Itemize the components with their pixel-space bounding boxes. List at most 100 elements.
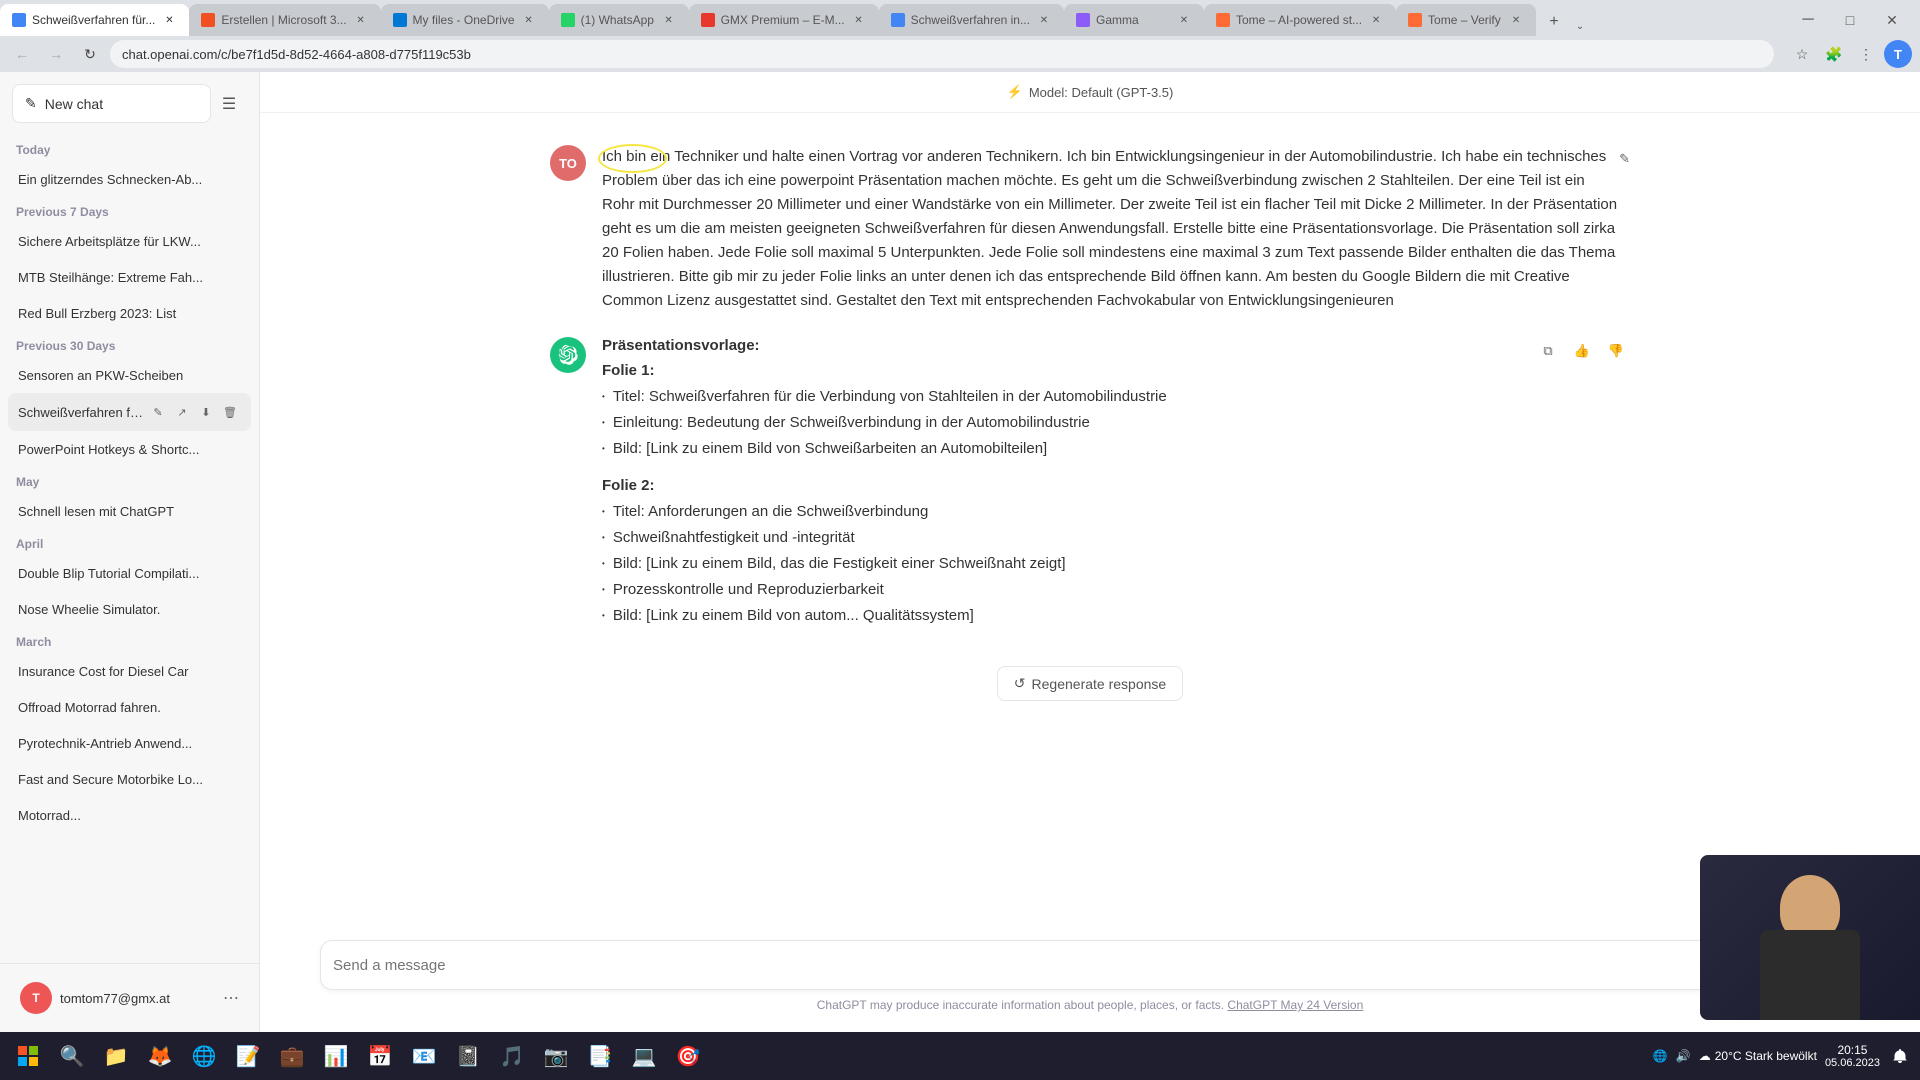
chat-item-text: Pyrotechnik-Antrieb Anwend... [18,736,241,751]
tab-whatsapp[interactable]: (1) WhatsApp ✕ [549,4,689,36]
chat-item-sichere[interactable]: Sichere Arbeitsplätze für LKW... [8,223,251,259]
chat-item-sensoren[interactable]: Sensoren an PKW-Scheiben [8,357,251,393]
user-message-avatar: TO [550,145,586,181]
section-march: March [8,627,251,653]
user-row[interactable]: T tomtom77@gmx.at ⋯ [12,976,247,1020]
taskbar-game[interactable]: 🎯 [668,1036,708,1076]
taskbar-terminal[interactable]: 💻 [624,1036,664,1076]
notification-icon[interactable] [1888,1044,1912,1068]
taskbar-teams[interactable]: 💼 [272,1036,312,1076]
share-chat-icon[interactable]: ↗ [171,401,193,423]
tab-tome2[interactable]: Tome – Verify ✕ [1396,4,1536,36]
regenerate-button[interactable]: ↺ Regenerate response [997,666,1183,701]
bullet-text: Bild: [Link zu einem Bild von autom... Q… [613,604,974,628]
tab-gamma[interactable]: Gamma ✕ [1064,4,1204,36]
thumbsdown-icon[interactable]: 👎 [1602,337,1630,365]
chat-item-text: Red Bull Erzberg 2023: List [18,306,241,321]
profile-avatar[interactable]: T [1884,40,1912,68]
settings-icon[interactable]: ⋮ [1852,40,1880,68]
chat-item-fastmotorbike[interactable]: Fast and Secure Motorbike Lo... [8,761,251,797]
taskbar-word[interactable]: 📝 [228,1036,268,1076]
tab-close-icon[interactable]: ✕ [521,12,537,28]
tab-title: Erstellen | Microsoft 3... [221,13,346,27]
ai-message-row: Präsentationsvorlage: Folie 1: • Titel: … [490,325,1690,656]
tab-close-icon[interactable]: ✕ [851,12,867,28]
chat-item-glitzernd[interactable]: Ein glitzerndes Schnecken-Ab... [8,161,251,197]
chat-item-nosewheely[interactable]: Nose Wheelie Simulator. [8,591,251,627]
message-input[interactable] [333,957,1815,974]
tab-close-icon[interactable]: ✕ [1368,12,1384,28]
new-chat-label: New chat [45,96,103,112]
network-icon[interactable]: 🌐 [1653,1049,1668,1063]
tab-schweissverfahren2[interactable]: Schweißverfahren in... ✕ [879,4,1064,36]
taskbar-clock[interactable]: 20:15 05.06.2023 [1825,1043,1880,1069]
tab-close-icon[interactable]: ✕ [1036,12,1052,28]
taskbar-chrome[interactable]: 🌐 [184,1036,224,1076]
taskbar-explorer[interactable]: 📁 [96,1036,136,1076]
thumbsup-icon[interactable]: 👍 [1568,337,1596,365]
taskbar-calendar[interactable]: 📅 [360,1036,400,1076]
list-item: • Bild: [Link zu einem Bild, das die Fes… [602,552,1534,576]
forward-button[interactable]: → [42,40,70,68]
taskbar-mail[interactable]: 📧 [404,1036,444,1076]
chat-item-offroad[interactable]: Offroad Motorrad fahren. [8,689,251,725]
chat-item-schnelllesen[interactable]: Schnell lesen mit ChatGPT [8,493,251,529]
new-tab-button[interactable]: + [1540,8,1568,36]
chat-item-powerpoint[interactable]: PowerPoint Hotkeys & Shortc... [8,431,251,467]
reload-button[interactable]: ↻ [76,40,104,68]
new-chat-button[interactable]: ✎ New chat [12,84,211,123]
close-window-button[interactable]: ✕ [1872,4,1912,36]
disclaimer-link[interactable]: ChatGPT May 24 Version [1227,998,1363,1012]
tab-tome1[interactable]: Tome – AI-powered st... ✕ [1204,4,1396,36]
copy-icon[interactable]: ⧉ [1534,337,1562,365]
taskbar-excel[interactable]: 📊 [316,1036,356,1076]
address-input[interactable] [110,40,1774,68]
taskbar-pdf[interactable]: 📑 [580,1036,620,1076]
user-more-icon[interactable]: ⋯ [223,988,239,1008]
sidebar-toggle-button[interactable]: ☰ [211,86,247,122]
tab-close-icon[interactable]: ✕ [661,12,677,28]
tab-close-icon[interactable]: ✕ [1176,12,1192,28]
delete-chat-icon[interactable]: 🗑 [219,401,241,423]
edit-message-icon[interactable]: ✎ [1619,145,1630,173]
back-button[interactable]: ← [8,40,36,68]
tab-close-icon[interactable]: ✕ [161,12,177,28]
list-item: • Bild: [Link zu einem Bild von Schweißa… [602,437,1534,461]
chat-item-pyrotechnik[interactable]: Pyrotechnik-Antrieb Anwend... [8,725,251,761]
download-chat-icon[interactable]: ⬇ [195,401,217,423]
taskbar-onenote[interactable]: 📓 [448,1036,488,1076]
taskbar-weather[interactable]: ☁ 20°C Stark bewölkt [1699,1049,1817,1063]
bookmark-icon[interactable]: ☆ [1788,40,1816,68]
taskbar-music[interactable]: 🎵 [492,1036,532,1076]
chat-item-mtb[interactable]: MTB Steilhänge: Extreme Fah... [8,259,251,295]
tab-overflow-button[interactable]: ⌄ [1570,16,1590,36]
tab-schweissverfahren[interactable]: Schweißverfahren für... ✕ [0,4,189,36]
tab-microsoft[interactable]: Erstellen | Microsoft 3... ✕ [189,4,380,36]
highlight-word: Ich bin e [602,148,659,165]
ai-message-content: Präsentationsvorlage: Folie 1: • Titel: … [602,337,1630,644]
edit-chat-icon[interactable]: ✎ [147,401,169,423]
tab-close-icon[interactable]: ✕ [1508,12,1524,28]
maximize-button[interactable]: □ [1830,4,1870,36]
chat-item-text: Offroad Motorrad fahren. [18,700,241,715]
bullet-text: Prozesskontrolle und Reproduzierbarkeit [613,578,884,602]
taskbar-search[interactable]: 🔍 [52,1036,92,1076]
tab-title: My files - OneDrive [413,13,515,27]
taskbar: 🔍 📁 🦊 🌐 📝 💼 📊 📅 📧 📓 🎵 📷 📑 💻 🎯 🌐 🔊 ☁ 20°C… [0,1032,1920,1080]
start-button[interactable] [8,1036,48,1076]
chat-item-doubleblip[interactable]: Double Blip Tutorial Compilati... [8,555,251,591]
chat-item-insurance[interactable]: Insurance Cost for Diesel Car [8,653,251,689]
tab-gmx[interactable]: GMX Premium – E-M... ✕ [689,4,879,36]
extensions-icon[interactable]: 🧩 [1820,40,1848,68]
taskbar-camera[interactable]: 📷 [536,1036,576,1076]
taskbar-firefox[interactable]: 🦊 [140,1036,180,1076]
tab-bar: Schweißverfahren für... ✕ Erstellen | Mi… [0,0,1920,36]
tab-close-icon[interactable]: ✕ [353,12,369,28]
chat-item-schweissverfahren-active[interactable]: Schweißverfahren fü... ✎ ↗ ⬇ 🗑 [8,393,251,431]
tab-onedrive[interactable]: My files - OneDrive ✕ [381,4,549,36]
model-label: Model: Default (GPT-3.5) [1029,85,1174,100]
chat-item-redbull[interactable]: Red Bull Erzberg 2023: List [8,295,251,331]
minimize-button[interactable]: ─ [1788,4,1828,36]
volume-icon[interactable]: 🔊 [1676,1049,1691,1063]
chat-item-motorrad[interactable]: Motorrad... [8,797,251,833]
